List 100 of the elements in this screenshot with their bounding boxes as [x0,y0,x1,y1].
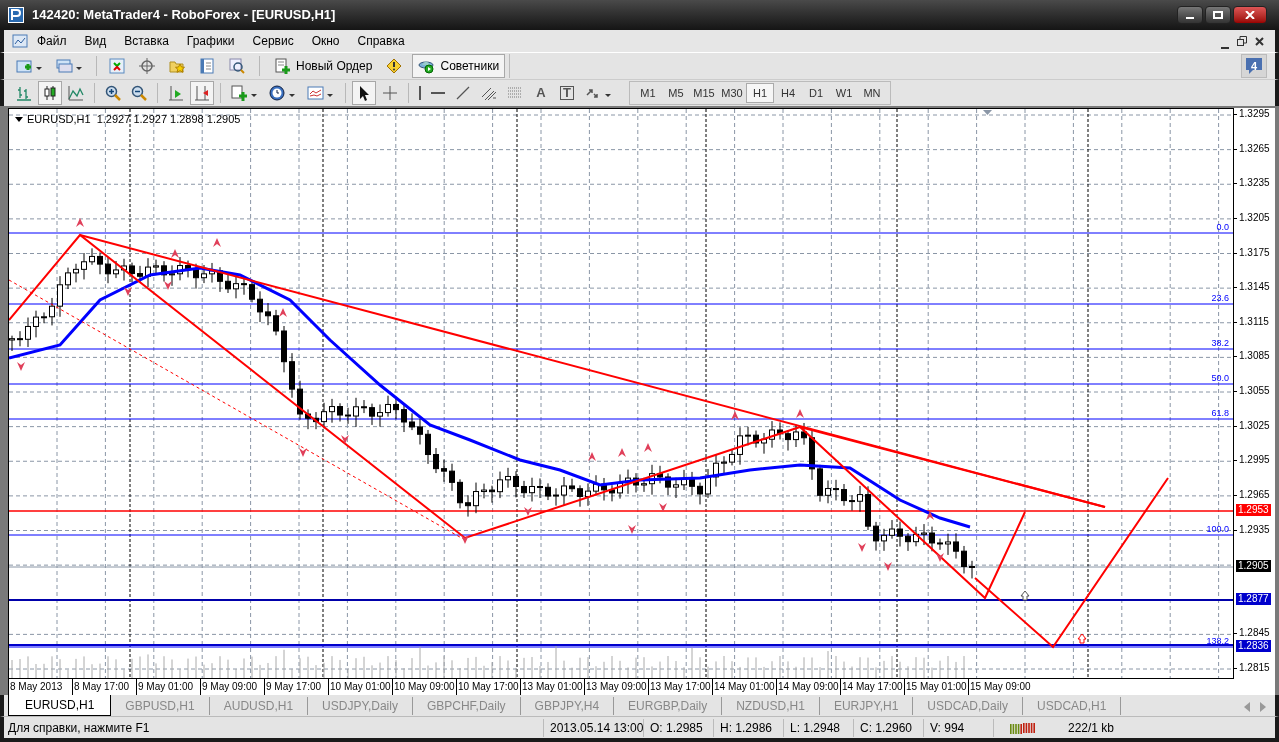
candlestick-icon [42,85,58,101]
fibonacci-lines-icon [507,85,523,101]
menu-item[interactable]: Сервис [243,32,303,50]
terminal-window-icon [199,58,217,74]
zoom-out-icon [131,85,147,101]
new-order-button[interactable]: Новый Ордер [268,54,379,78]
up-arrow-icon [1077,633,1087,644]
timeframe-button[interactable]: H4 [774,83,802,103]
folder-star-icon [169,58,187,74]
template-chart-icon [307,85,335,101]
price-axis-label: 1.3085 [1239,350,1270,363]
close-button[interactable] [1233,6,1267,24]
collapse-triangle-icon[interactable] [15,116,23,122]
menu-item[interactable]: Графики [177,32,244,50]
status-field: O: 1.2985 [644,718,714,737]
fibonacci-level-label: 23.6 [1211,293,1229,303]
price-axis-label: 1.3055 [1239,385,1270,397]
chart-tab[interactable]: EURUSD,H1 [8,695,112,716]
price-axis-label: 1.2815 [1239,662,1270,674]
indicator-plus-icon [231,85,259,101]
menu-item[interactable]: Вставка [115,32,178,50]
price-axis-label: 1.3115 [1239,315,1269,328]
close-icon [1254,36,1264,46]
price-axis-label: 1.3265 [1239,142,1270,155]
timeframe-button[interactable]: M30 [718,83,746,103]
hat-play-icon [418,58,437,74]
fibonacci-level-label: 100.0 [1206,524,1229,534]
status-field: V: 994 [924,718,994,737]
connection-bars-icon [1010,721,1036,734]
bar-chart-icon [16,85,32,101]
timeframe-button[interactable]: W1 [830,83,858,103]
status-field: L: 1.2948 [784,718,854,737]
timeframe-button[interactable]: M15 [690,83,718,103]
chart-window-icon[interactable] [12,33,28,49]
status-field: H: 1.2986 [714,718,784,737]
price-marker-label: 1.2953 [1236,504,1271,516]
scroll-right-icon[interactable] [1259,702,1267,712]
chart-legend: EURUSD,H1 1.2927 1.2927 1.2898 1.2905 [27,111,241,128]
menu-item[interactable]: Вид [75,32,116,50]
channel-lines-icon [481,85,497,101]
status-field: 2013.05.14 13:00 [544,718,644,737]
timeframe-button[interactable]: D1 [802,83,830,103]
price-axis-label: 1.3295 [1239,108,1270,120]
window-title: 142420: MetaTrader4 - RoboForex - [EURUSD,H1] [32,6,337,25]
maximize-icon [1213,11,1223,19]
minimize-icon [1221,45,1229,49]
line-chart-icon [68,85,84,101]
candlestick-button[interactable] [38,81,62,105]
menu-item[interactable]: Справка [348,32,414,50]
status-help-text: Для справки, нажмите F1 [4,718,544,737]
menu-item[interactable]: Файл [28,32,76,50]
price-marker-label: 1.2905 [1236,560,1271,572]
autoscroll-button[interactable] [190,81,214,105]
price-axis-label: 1.2995 [1239,454,1270,467]
clock-icon [269,85,297,101]
menu-item[interactable]: Окно [302,32,349,50]
scroll-left-icon[interactable] [1243,702,1251,712]
chart-shift-marker-icon[interactable] [983,110,992,115]
maximize-button[interactable] [1205,6,1231,24]
price-axis-label: 1.3205 [1239,211,1270,224]
fibonacci-level-label: 50.0 [1211,373,1229,383]
experts-button[interactable]: Советники [412,54,506,78]
price-axis-label: 1.2965 [1239,488,1270,501]
price-axis-label: 1.3235 [1239,177,1270,190]
timeframe-button[interactable]: M1 [634,83,662,103]
profiles-icon [56,58,84,74]
price-axis-label: 1.3025 [1239,419,1270,432]
trend-line-icon [455,85,471,101]
timeframe-button[interactable]: H1 [746,83,774,103]
status-field: C: 1.2960 [854,718,924,737]
up-arrow-icon [1020,590,1030,601]
chart-shift-icon [168,85,184,101]
price-axis-label: 1.3145 [1239,281,1270,294]
traffic-text: 222/1 kb [1067,719,1115,737]
text-tool-button[interactable]: A [529,81,553,105]
price-axis-label: 1.2845 [1239,627,1270,640]
document-plus-icon [274,58,292,74]
timeframe-button[interactable]: M5 [662,83,690,103]
magnifier-chart-icon [229,58,247,74]
crosshair-circle-icon [139,58,157,74]
timeframe-button[interactable]: MN [858,83,886,103]
restore-icon [1237,36,1247,46]
pointer-button[interactable] [352,81,376,105]
price-marker-label: 1.2836 [1236,640,1271,652]
price-axis-label: 1.3175 [1239,246,1270,259]
close-icon [1245,11,1255,19]
autoscroll-icon [194,85,210,101]
fibonacci-level-label: 138.2 [1206,636,1229,646]
crosshair-icon [382,85,398,101]
market-watch-icon [109,58,127,74]
text-label-button[interactable]: T [555,81,579,105]
fibonacci-level-label: 38.2 [1211,338,1229,348]
price-marker-label: 1.2877 [1236,593,1271,605]
vertical-line-icon [419,86,421,100]
new-chart-icon [16,58,44,74]
fibonacci-level-label: 0.0 [1216,222,1229,232]
minimize-button[interactable] [1177,6,1203,24]
fibonacci-level-label: 61.8 [1211,408,1229,418]
price-axis-label: 1.2935 [1239,523,1270,536]
messages-button[interactable]: 4 [1241,54,1267,78]
